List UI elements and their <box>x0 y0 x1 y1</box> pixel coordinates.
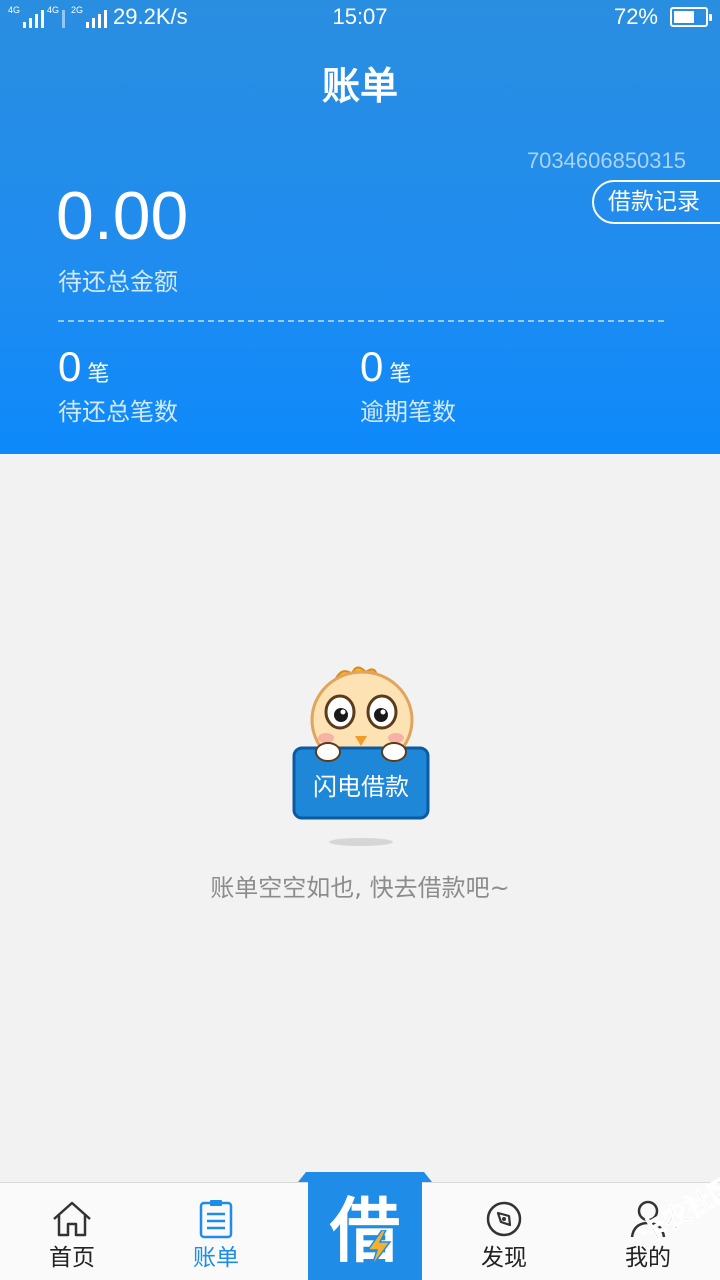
compass-icon <box>486 1201 522 1237</box>
clock: 15:07 <box>332 4 388 29</box>
tab-loan-cap <box>298 1172 432 1182</box>
pending-count-stat: 0笔 待还总笔数 <box>58 344 178 427</box>
home-icon <box>53 1201 91 1237</box>
tab-loan-label: 借 <box>330 1190 400 1272</box>
tab-home[interactable]: 首页 <box>0 1183 144 1280</box>
mascot-sign-text: 闪电借款 <box>313 773 409 801</box>
battery-icon <box>670 7 712 27</box>
total-amount-label: 待还总金额 <box>58 268 178 296</box>
overdue-count-value: 0 <box>360 343 384 390</box>
tab-discover-label: 发现 <box>481 1245 527 1271</box>
status-bar: 4G 4G 2G 29.2K/s 15:07 72% <box>0 0 720 36</box>
page-title: 账单 <box>321 64 398 108</box>
tab-home-label: 首页 <box>49 1245 95 1271</box>
overdue-count-stat: 0笔 逾期笔数 <box>360 344 456 427</box>
dashed-divider <box>58 320 664 322</box>
tab-discover[interactable]: 发现 <box>432 1183 576 1280</box>
bill-icon <box>199 1200 233 1239</box>
total-amount-value: 0.00 <box>56 178 189 254</box>
tab-bill[interactable]: 账单 <box>144 1183 288 1280</box>
overdue-count-label: 逾期笔数 <box>360 398 456 426</box>
pending-count-label: 待还总笔数 <box>58 398 178 426</box>
empty-message: 账单空空如也, 快去借款吧~ <box>210 874 510 902</box>
battery-percent: 72% <box>613 4 658 29</box>
bill-summary-header: 4G 4G 2G 29.2K/s 15:07 72% 账单 7034606850… <box>0 0 720 454</box>
tab-loan[interactable]: 借 <box>298 1172 432 1280</box>
pending-count-unit: 笔 <box>87 362 110 387</box>
lightning-icon <box>366 1230 392 1266</box>
loan-record-button[interactable]: 借款记录 <box>592 180 720 224</box>
watermark-logo: 卡农社区 <box>616 1172 720 1272</box>
pending-count-value: 0 <box>58 343 82 390</box>
account-id: 7034606850315 <box>526 148 686 173</box>
mascot-illustration: 闪电借款 <box>292 666 430 846</box>
overdue-count-unit: 笔 <box>389 362 412 387</box>
tab-bill-label: 账单 <box>193 1245 239 1271</box>
